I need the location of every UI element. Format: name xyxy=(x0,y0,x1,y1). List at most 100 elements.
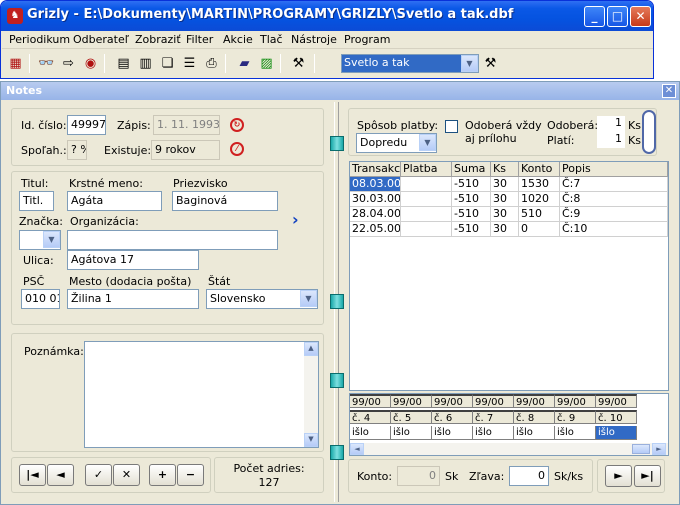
chevron-down-icon[interactable]: ▼ xyxy=(43,231,60,248)
grizly-app-icon[interactable]: ♞ xyxy=(7,8,23,24)
column-header[interactable]: Konto xyxy=(519,162,560,177)
titul-field[interactable]: Titl. xyxy=(19,191,54,211)
delete-record-button[interactable]: − xyxy=(177,464,204,486)
table-cell[interactable]: -510 xyxy=(452,177,491,192)
database-icon[interactable]: ▦ xyxy=(7,55,24,72)
splitter-handle[interactable] xyxy=(330,136,344,151)
chevron-down-icon[interactable]: ▼ xyxy=(461,55,478,72)
issue-number[interactable]: č. 8 xyxy=(514,410,555,424)
minimize-button[interactable]: _ xyxy=(584,6,605,27)
maximize-button[interactable]: □ xyxy=(607,6,628,27)
issue-status[interactable]: išlo xyxy=(596,426,637,440)
table-cell[interactable] xyxy=(401,207,452,222)
organizacia-field[interactable] xyxy=(67,230,278,250)
table-cell[interactable]: 1020 xyxy=(519,192,560,207)
zapis-field[interactable]: 1. 11. 1993 xyxy=(153,115,220,135)
chevron-down-icon[interactable]: ▼ xyxy=(419,134,436,151)
table-cell[interactable]: -510 xyxy=(452,207,491,222)
find-next-icon[interactable]: ⇨ xyxy=(60,55,77,72)
table-cell[interactable]: 1530 xyxy=(519,177,560,192)
issue-header[interactable]: 99/00 xyxy=(432,394,473,408)
printer-icon[interactable]: ⎙ xyxy=(203,55,220,72)
confirm-button[interactable]: ✓ xyxy=(85,464,112,486)
table-cell[interactable]: 30 xyxy=(491,192,519,207)
forbidden-icon[interactable]: ⁄ xyxy=(230,142,244,156)
psc-field[interactable]: 010 01 xyxy=(21,289,60,309)
vertical-scrollbar[interactable]: ▲ ▼ xyxy=(304,342,318,447)
books-icon[interactable]: ▰ xyxy=(236,55,253,72)
column-header[interactable]: Transakcia xyxy=(350,162,401,177)
stat-select[interactable]: Slovensko ▼ xyxy=(206,289,318,309)
issue-number[interactable]: č. 9 xyxy=(555,410,596,424)
close-button[interactable]: ✕ xyxy=(630,6,651,27)
table-cell[interactable] xyxy=(401,222,452,237)
table-cell[interactable]: 30.03.00 xyxy=(350,192,401,207)
table-cell[interactable]: 30 xyxy=(491,177,519,192)
issue-header[interactable]: 99/00 xyxy=(555,394,596,408)
table-cell[interactable]: Č:8 xyxy=(560,192,668,207)
column-header[interactable]: Suma xyxy=(452,162,491,177)
issue-number[interactable]: č. 10 xyxy=(596,410,637,424)
filter-select[interactable]: Svetlo a tak ▼ xyxy=(341,54,479,73)
list-icon[interactable]: ☰ xyxy=(181,55,198,72)
tools-icon[interactable]: ⚒ xyxy=(290,55,307,72)
table-cell[interactable]: 30 xyxy=(491,207,519,222)
issue-number[interactable]: č. 7 xyxy=(473,410,514,424)
table-cell[interactable]: Č:7 xyxy=(560,177,668,192)
zlava-field[interactable]: 0 xyxy=(509,466,549,486)
scroll-thumb[interactable] xyxy=(632,444,650,454)
issue-status[interactable]: išlo xyxy=(473,426,514,440)
issue-header[interactable]: 99/00 xyxy=(514,394,555,408)
scroll-down-icon[interactable]: ▼ xyxy=(304,433,318,447)
menu-periodikum[interactable]: Periodikum xyxy=(9,33,70,46)
table-icon[interactable]: ▤ xyxy=(115,55,132,72)
issue-status[interactable]: išlo xyxy=(514,426,555,440)
chevron-down-icon[interactable]: ▼ xyxy=(300,290,317,307)
globe-icon[interactable]: ◉ xyxy=(82,55,99,72)
konto-field[interactable]: 0 xyxy=(397,466,440,486)
table-cell[interactable]: 08.03.00 xyxy=(350,177,401,192)
documents-icon[interactable]: ❏ xyxy=(159,55,176,72)
table-cell[interactable]: 28.04.00 xyxy=(350,207,401,222)
krstne-field[interactable]: Agáta xyxy=(67,191,162,211)
first-record-button[interactable]: |◄ xyxy=(19,464,46,486)
issue-status[interactable]: išlo xyxy=(350,426,391,440)
table-cell[interactable]: 22.05.00 xyxy=(350,222,401,237)
binoculars-icon[interactable]: 👓 xyxy=(38,55,55,72)
scroll-left-icon[interactable]: ◄ xyxy=(350,443,364,455)
menu-tlac[interactable]: Tlač xyxy=(260,33,283,46)
add-record-button[interactable]: + xyxy=(149,464,176,486)
issue-header[interactable]: 99/00 xyxy=(596,394,637,408)
table-cell[interactable]: 510 xyxy=(519,207,560,222)
table-cell[interactable]: Č:10 xyxy=(560,222,668,237)
issue-number[interactable]: č. 5 xyxy=(391,410,432,424)
transactions-table[interactable]: Transakcia Platba Suma Ks Konto Popis 08… xyxy=(349,161,669,391)
splitter-handle[interactable] xyxy=(330,294,344,309)
app-titlebar[interactable]: ♞ Grizly - E:\Dokumenty\MARTIN\PROGRAMY\… xyxy=(1,1,653,31)
scroll-right-icon[interactable]: ► xyxy=(652,443,666,455)
table-cell[interactable]: 30 xyxy=(491,222,519,237)
menu-filter[interactable]: Filter xyxy=(186,33,213,46)
table-cell[interactable]: Č:9 xyxy=(560,207,668,222)
issue-header[interactable]: 99/00 xyxy=(473,394,514,408)
notes-close-button[interactable]: ✕ xyxy=(662,84,676,98)
odobera-field[interactable]: 1 xyxy=(597,116,625,132)
paperclip-icon[interactable] xyxy=(642,110,656,154)
menu-zobrazit[interactable]: Zobraziť xyxy=(135,33,181,46)
column-header[interactable]: Ks xyxy=(491,162,519,177)
scroll-up-icon[interactable]: ▲ xyxy=(304,342,318,356)
issue-number[interactable]: č. 4 xyxy=(350,410,391,424)
id-field[interactable]: 49997 xyxy=(67,115,106,135)
ulica-field[interactable]: Agátova 17 xyxy=(67,250,199,270)
column-header[interactable]: Platba xyxy=(401,162,452,177)
table-cell[interactable]: 0 xyxy=(519,222,560,237)
notes-titlebar[interactable]: Notes ✕ xyxy=(1,82,679,100)
menu-akcie[interactable]: Akcie xyxy=(223,33,253,46)
issues-table[interactable]: 99/00 99/00 99/00 99/00 99/00 99/00 99/0… xyxy=(349,393,669,456)
poznamka-textarea[interactable]: ▲ ▼ xyxy=(84,341,319,448)
splitter-handle[interactable] xyxy=(330,445,344,460)
issue-number[interactable]: č. 6 xyxy=(432,410,473,424)
table-cell[interactable]: -510 xyxy=(452,192,491,207)
priezvisko-field[interactable]: Baginová xyxy=(172,191,278,211)
form-icon[interactable]: ▥ xyxy=(137,55,154,72)
